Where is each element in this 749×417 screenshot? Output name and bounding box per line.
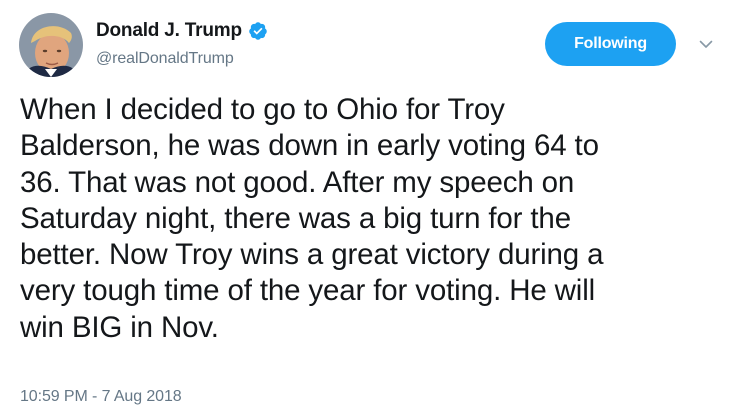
tweet-card: Donald J. Trump @realDonaldTrump Followi… bbox=[0, 0, 749, 417]
tweet-timestamp[interactable]: 10:59 PM - 7 Aug 2018 bbox=[20, 388, 182, 406]
profile-photo-icon bbox=[19, 13, 83, 77]
following-button[interactable]: Following bbox=[545, 22, 676, 66]
avatar[interactable] bbox=[19, 13, 83, 77]
author-block: Donald J. Trump @realDonaldTrump bbox=[96, 20, 268, 68]
tweet-text: When I decided to go to Ohio for Troy Ba… bbox=[20, 93, 604, 344]
verified-badge-icon bbox=[248, 21, 268, 41]
chevron-down-icon[interactable] bbox=[698, 36, 714, 52]
display-name[interactable]: Donald J. Trump bbox=[96, 20, 242, 42]
name-row: Donald J. Trump bbox=[96, 20, 268, 42]
user-handle[interactable]: @realDonaldTrump bbox=[96, 50, 268, 68]
